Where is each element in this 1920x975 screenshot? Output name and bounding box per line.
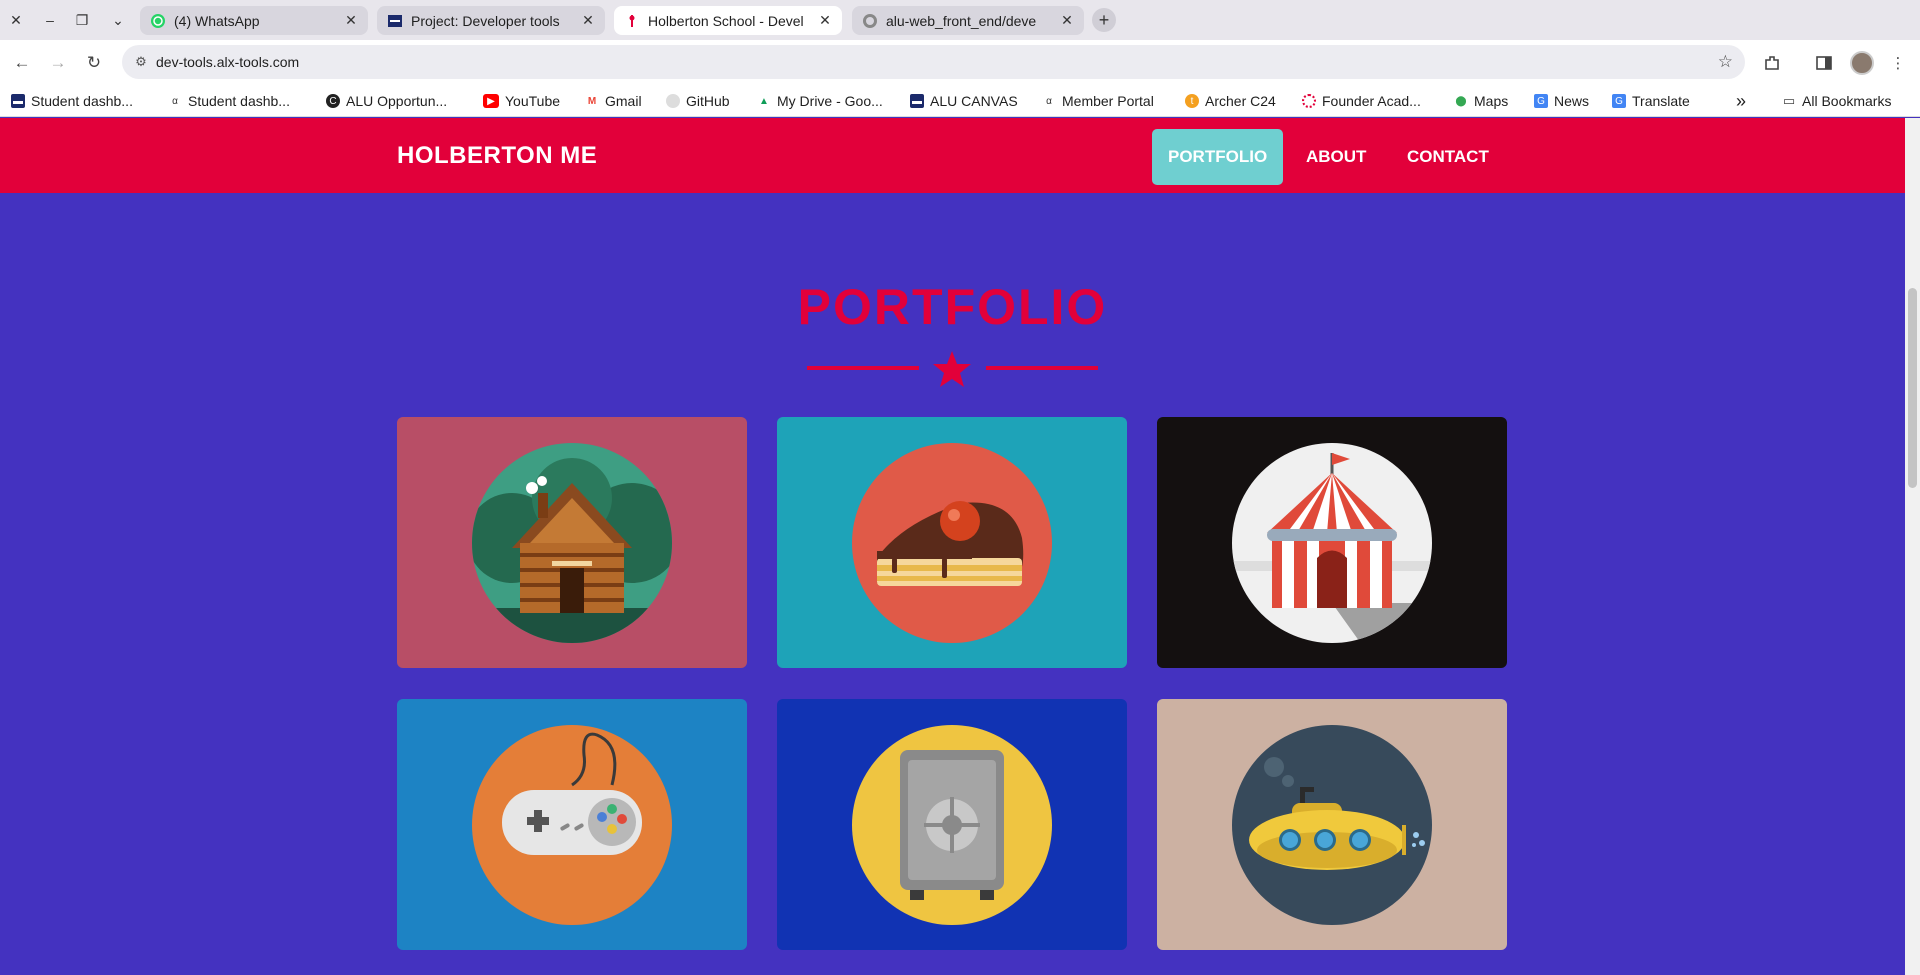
site-brand[interactable]: HOLBERTON ME bbox=[397, 118, 597, 193]
safe-icon bbox=[852, 725, 1052, 925]
scrollbar-thumb[interactable] bbox=[1908, 288, 1917, 488]
bookmark-star-icon[interactable]: ☆ bbox=[1718, 52, 1733, 72]
tab-title: alu-web_front_end/deve bbox=[886, 12, 1037, 29]
browser-toolbar: ← → ↻ ⚙ dev-tools.alx-tools.com ☆ ⋮ bbox=[0, 40, 1920, 85]
restore-icon[interactable]: ❐ bbox=[70, 8, 94, 32]
star-icon bbox=[933, 351, 971, 387]
portfolio-item-circus[interactable] bbox=[1157, 417, 1507, 668]
portfolio-item-cake[interactable] bbox=[777, 417, 1127, 668]
profile-avatar[interactable] bbox=[1850, 51, 1874, 75]
game-controller-icon bbox=[472, 725, 672, 925]
bookmarks-overflow-button[interactable]: » bbox=[1736, 91, 1746, 111]
close-window-icon[interactable]: ✕ bbox=[4, 8, 28, 32]
page-viewport: HOLBERTON ME PORTFOLIO ABOUT CONTACT POR… bbox=[0, 118, 1905, 975]
bookmarks-bar: ▬ Student dashb... α Student dashb... C ALU… bbox=[0, 85, 1920, 117]
divider-left-line bbox=[807, 366, 919, 370]
tab-search-chevron-icon[interactable]: ⌄ bbox=[106, 8, 130, 32]
folder-icon: ▭ bbox=[1782, 93, 1796, 108]
back-icon[interactable]: ← bbox=[10, 51, 34, 75]
reload-icon[interactable]: ↻ bbox=[82, 51, 106, 75]
c-icon: C bbox=[326, 94, 340, 108]
founder-icon bbox=[1302, 94, 1316, 108]
nav-about[interactable]: ABOUT bbox=[1290, 129, 1382, 185]
side-panel-icon[interactable] bbox=[1812, 51, 1836, 75]
close-tab-icon[interactable]: ✕ bbox=[579, 12, 597, 30]
close-tab-icon[interactable]: ✕ bbox=[342, 12, 360, 30]
tab-title: Holberton School - Devel bbox=[648, 12, 804, 29]
nav-contact[interactable]: CONTACT bbox=[1391, 129, 1505, 185]
bookmark-item[interactable]: GitHub bbox=[666, 91, 730, 111]
bookmark-item[interactable]: α Member Portal bbox=[1042, 91, 1154, 111]
bookmark-item[interactable]: ▶ YouTube bbox=[483, 91, 560, 111]
url-text[interactable]: dev-tools.alx-tools.com bbox=[156, 45, 299, 79]
bookmark-item[interactable]: M Gmail bbox=[585, 91, 642, 111]
alu-icon: ▬ bbox=[910, 94, 924, 108]
page-scrollbar[interactable] bbox=[1905, 118, 1920, 975]
new-tab-button[interactable]: + bbox=[1092, 8, 1116, 32]
cake-icon bbox=[852, 443, 1052, 643]
github-icon bbox=[862, 13, 878, 29]
forward-icon[interactable]: → bbox=[46, 51, 70, 75]
section-title: PORTFOLIO bbox=[797, 279, 1108, 335]
gmail-icon: M bbox=[587, 95, 597, 107]
minimize-icon[interactable]: – bbox=[38, 8, 62, 32]
portfolio-item-controller[interactable] bbox=[397, 699, 747, 950]
tab-project[interactable]: Project: Developer tools ✕ bbox=[377, 6, 605, 35]
holberton-icon bbox=[624, 13, 640, 29]
site-header: HOLBERTON ME PORTFOLIO ABOUT CONTACT bbox=[0, 118, 1905, 193]
bookmark-item[interactable]: ▬ ALU CANVAS bbox=[910, 91, 1018, 111]
bookmark-item[interactable]: C ALU Opportun... bbox=[326, 91, 447, 111]
bookmark-item[interactable]: G Translate bbox=[1612, 91, 1690, 111]
portfolio-item-cabin[interactable] bbox=[397, 417, 747, 668]
bookmark-item[interactable]: ▬ Student dashb... bbox=[11, 91, 133, 111]
tab-github[interactable]: alu-web_front_end/deve ✕ bbox=[852, 6, 1084, 35]
close-tab-icon[interactable]: ✕ bbox=[816, 12, 834, 30]
site-info-icon[interactable]: ⚙ bbox=[132, 53, 150, 71]
bookmark-item[interactable]: α Student dashb... bbox=[168, 91, 290, 111]
all-bookmarks-button[interactable]: ▭ All Bookmarks bbox=[1782, 91, 1892, 111]
alx-icon: α bbox=[172, 95, 178, 107]
extensions-icon[interactable] bbox=[1760, 51, 1784, 75]
whatsapp-icon bbox=[150, 13, 166, 29]
maps-icon: ⬤ bbox=[1455, 95, 1467, 107]
close-tab-icon[interactable]: ✕ bbox=[1058, 12, 1076, 30]
youtube-icon: ▶ bbox=[483, 94, 499, 108]
cabin-icon bbox=[472, 443, 672, 643]
bookmark-item[interactable]: G News bbox=[1534, 91, 1589, 111]
tplink-icon: t bbox=[1185, 94, 1199, 108]
tab-title: Project: Developer tools bbox=[411, 12, 560, 29]
news-icon: G bbox=[1534, 94, 1548, 108]
submarine-icon bbox=[1232, 725, 1432, 925]
bookmark-item[interactable]: Founder Acad... bbox=[1302, 91, 1421, 111]
alu-icon: ▬ bbox=[11, 94, 25, 108]
tab-holberton[interactable]: Holberton School - Devel ✕ bbox=[614, 6, 842, 35]
tab-strip: ✕ – ❐ ⌄ (4) WhatsApp ✕ Project: Develope… bbox=[0, 0, 1920, 40]
tab-title: (4) WhatsApp bbox=[174, 12, 260, 29]
translate-icon: G bbox=[1612, 94, 1626, 108]
nav-portfolio[interactable]: PORTFOLIO bbox=[1152, 129, 1284, 185]
alu-icon bbox=[387, 13, 403, 29]
divider-right-line bbox=[986, 366, 1098, 370]
portfolio-item-submarine[interactable] bbox=[1157, 699, 1507, 950]
portfolio-item-safe[interactable] bbox=[777, 699, 1127, 950]
menu-icon[interactable]: ⋮ bbox=[1886, 51, 1910, 75]
bookmark-item[interactable]: t Archer C24 bbox=[1185, 91, 1276, 111]
tab-whatsapp[interactable]: (4) WhatsApp ✕ bbox=[140, 6, 368, 35]
drive-icon: ▲ bbox=[759, 95, 769, 107]
alx-icon: α bbox=[1046, 95, 1052, 107]
address-bar[interactable]: ⚙ dev-tools.alx-tools.com ☆ bbox=[122, 45, 1745, 79]
bookmark-item[interactable]: ▲ My Drive - Goo... bbox=[757, 91, 883, 111]
circus-tent-icon bbox=[1232, 443, 1432, 643]
bookmark-item[interactable]: ⬤ Maps bbox=[1454, 91, 1508, 111]
github-icon bbox=[666, 94, 680, 108]
